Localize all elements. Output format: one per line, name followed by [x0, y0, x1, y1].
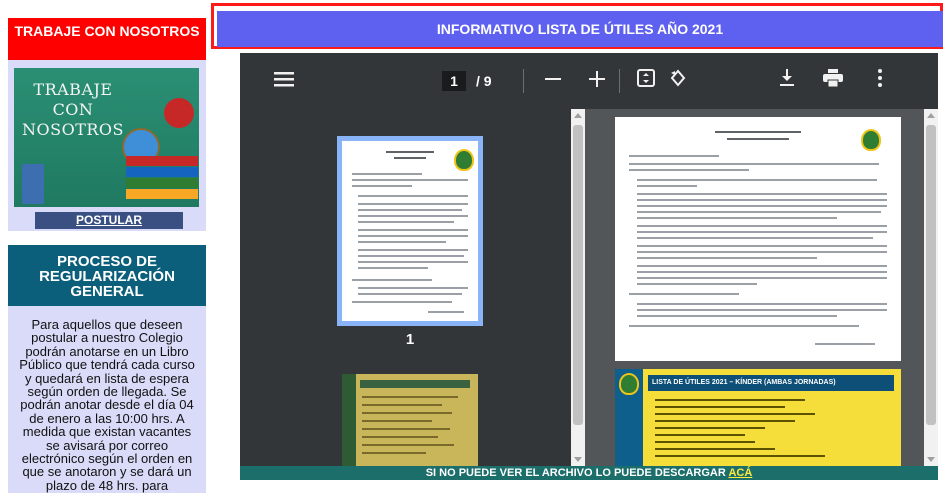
pdf-viewer[interactable]: 1 / 9 1 LISTA DE ÚTILES 2021 – KÍNDER (A… [240, 53, 938, 466]
pencil-cup-icon [22, 164, 44, 204]
download-link[interactable]: ACÁ [728, 467, 752, 479]
page-title: INFORMATIVO LISTA DE ÚTILES AÑO 2021 [217, 11, 943, 47]
toolbar-divider [619, 69, 620, 93]
work-widget: TRABAJE CON NOSOTROS POSTULAR [8, 60, 206, 231]
work-widget-title: TRABAJE CON NOSOTROS [8, 18, 206, 60]
thumbnail-page-number: 1 [405, 331, 415, 348]
pdf-toolbar: 1 / 9 [240, 53, 938, 109]
page-number-input[interactable]: 1 [442, 71, 466, 91]
zoom-in-icon[interactable] [585, 69, 609, 93]
fit-page-icon[interactable] [634, 69, 658, 93]
document-page-2: LISTA DE ÚTILES 2021 – KÍNDER (AMBAS JOR… [615, 369, 901, 466]
download-banner-text: SI NO PUEDE VER EL ARCHIVO LO PUEDE DESC… [425, 467, 726, 479]
work-promo-image[interactable]: TRABAJE CON NOSOTROS [14, 68, 199, 207]
print-icon[interactable] [821, 69, 845, 93]
regularization-widget: Para aquellos que deseen postular a nues… [8, 306, 206, 493]
document-page-1 [615, 117, 901, 361]
books-icon [126, 156, 198, 206]
apple-icon [164, 98, 194, 128]
download-icon[interactable] [775, 69, 799, 93]
school-crest-icon [861, 129, 881, 151]
regularization-widget-title: PROCESO DE REGULARIZACIÓN GENERAL [8, 245, 206, 306]
more-vert-icon[interactable] [868, 69, 892, 93]
thumbnail-page-1[interactable] [342, 141, 478, 321]
page: TRABAJE CON NOSOTROS TRABAJE CON NOSOTRO… [0, 0, 943, 493]
download-banner: SI NO PUEDE VER EL ARCHIVO LO PUEDE DESC… [240, 466, 938, 480]
document-pane[interactable]: LISTA DE ÚTILES 2021 – KÍNDER (AMBAS JOR… [585, 109, 938, 466]
rotate-icon[interactable] [666, 69, 690, 93]
toolbar-divider [523, 69, 524, 93]
school-crest-icon [619, 373, 639, 395]
regularization-text: Para aquellos que deseen postular a nues… [19, 317, 195, 493]
document-scrollbar[interactable] [924, 109, 938, 466]
zoom-out-icon[interactable] [541, 69, 565, 93]
thumbnail-pane[interactable]: 1 [240, 109, 585, 466]
postular-button[interactable]: POSTULAR [35, 212, 183, 229]
thumbnail-page-2[interactable] [342, 374, 478, 466]
thumbnail-scrollbar[interactable] [571, 109, 585, 466]
page2-header: LISTA DE ÚTILES 2021 – KÍNDER (AMBAS JOR… [648, 375, 894, 391]
hamburger-menu-icon[interactable] [272, 69, 296, 93]
page-total: / 9 [476, 73, 492, 89]
school-crest-icon [454, 149, 474, 171]
chalkboard-text: TRABAJE CON NOSOTROS [22, 80, 124, 139]
